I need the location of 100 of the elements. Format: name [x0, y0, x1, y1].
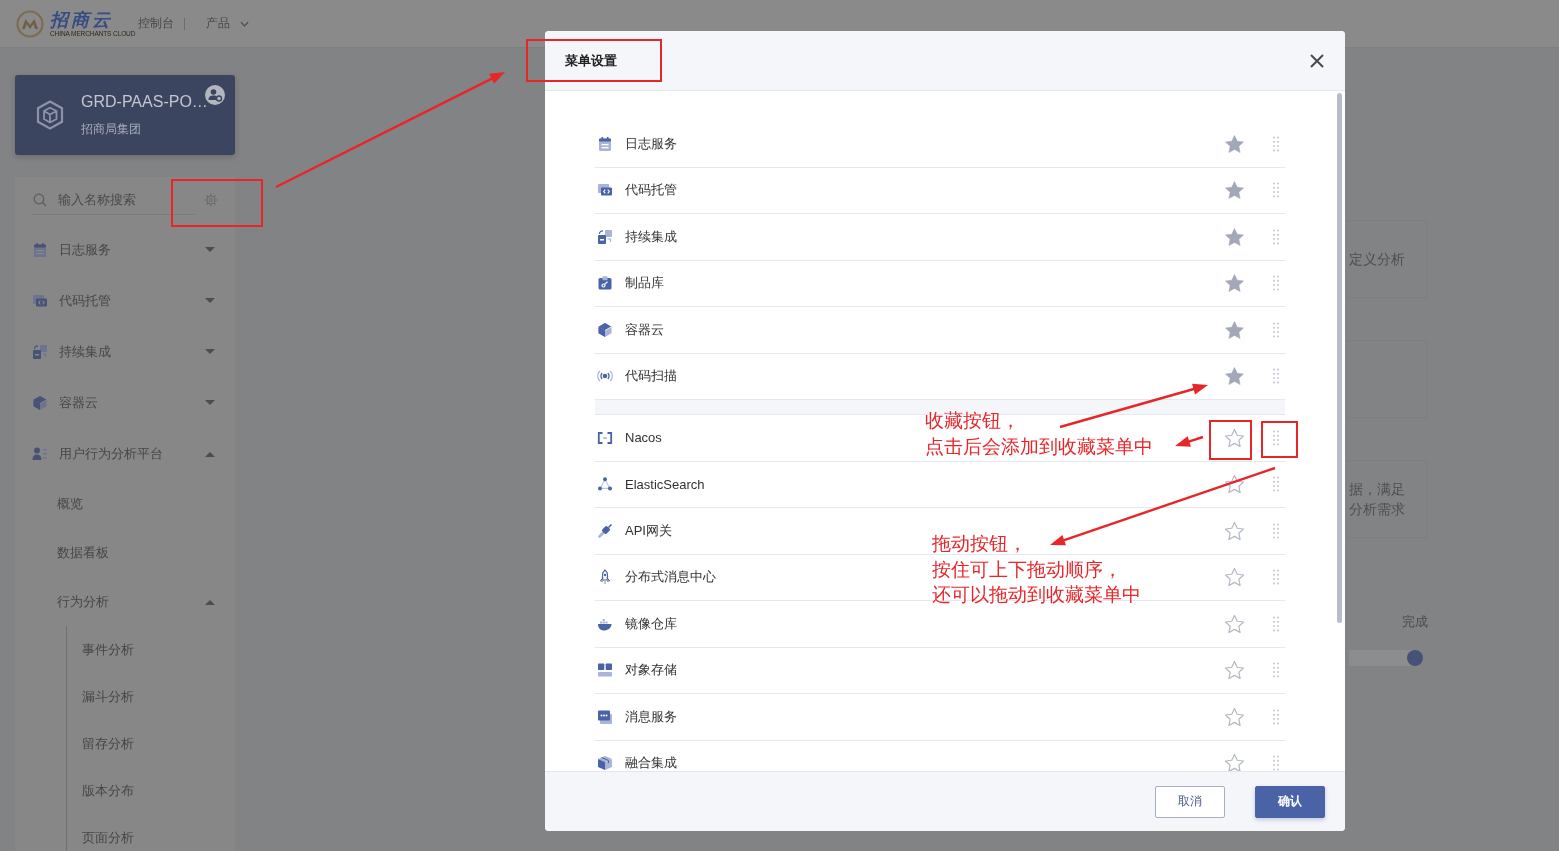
- star-icon[interactable]: [1225, 428, 1244, 447]
- menu-item[interactable]: 漏斗分析: [67, 673, 219, 720]
- menu-label: 代码扫描: [625, 367, 677, 386]
- highlight-box: [1209, 420, 1252, 460]
- cube-icon: [597, 321, 613, 338]
- menu-label: 容器云: [625, 320, 664, 339]
- tiles-icon: [597, 662, 613, 679]
- star-icon[interactable]: [1225, 568, 1244, 587]
- stacked-squares-icon: [32, 343, 48, 360]
- menu-label: API网关: [625, 521, 672, 540]
- code-window-icon: [32, 292, 48, 309]
- cube-icon: [35, 100, 65, 130]
- menu-label: Nacos: [625, 430, 662, 446]
- menu-item[interactable]: 代码托管: [31, 275, 219, 326]
- annotation-arrow: [1175, 435, 1204, 447]
- logo-text: 招商云: [50, 9, 113, 30]
- annotation-text: 还可以拖动到收藏菜单中: [932, 582, 1141, 607]
- drag-handle-icon[interactable]: [1273, 522, 1279, 539]
- code-window-icon: [597, 182, 613, 199]
- menu-item[interactable]: 事件分析: [67, 626, 219, 673]
- star-icon[interactable]: [1225, 661, 1244, 680]
- nav-menu[interactable]: 产品: [206, 15, 249, 32]
- menu-item[interactable]: 版本分布: [67, 767, 219, 814]
- drag-handle-icon[interactable]: [1273, 275, 1279, 292]
- star-icon[interactable]: [1225, 134, 1244, 153]
- cube-icon: [32, 394, 48, 411]
- box-icon: [597, 755, 613, 771]
- drag-handle-icon[interactable]: [1273, 476, 1279, 493]
- annotation-text: 拖动按钮，: [932, 531, 1027, 556]
- calendar-icon: [32, 241, 48, 258]
- menu-label: 代码托管: [625, 181, 677, 200]
- package-icon: [597, 275, 613, 292]
- chevron-down-icon: [240, 20, 249, 27]
- star-icon[interactable]: [1225, 181, 1244, 200]
- project-card[interactable]: GRD-PAAS-PO… 招商局集团: [15, 75, 235, 155]
- scrollbar-thumb[interactable]: [1337, 93, 1342, 623]
- star-icon[interactable]: [1225, 614, 1244, 633]
- menu-item[interactable]: 数据看板: [31, 528, 219, 577]
- menu-item[interactable]: 留存分析: [67, 720, 219, 767]
- drag-handle-icon[interactable]: [1273, 228, 1279, 245]
- logo-icon: [16, 9, 44, 38]
- menu-label: 对象存储: [625, 661, 677, 680]
- star-icon[interactable]: [1225, 521, 1244, 540]
- project-org: 招商局集团: [81, 120, 142, 137]
- menu-item[interactable]: 用户行为分析平台: [31, 428, 219, 479]
- menu-item[interactable]: 容器云: [31, 377, 219, 428]
- star-icon[interactable]: [1225, 754, 1244, 771]
- menu-item[interactable]: 概览: [31, 479, 219, 528]
- settings-icon[interactable]: [204, 193, 218, 207]
- cancel-button[interactable]: 取消: [1155, 785, 1225, 818]
- chat-icon: [597, 708, 613, 725]
- drag-handle-icon[interactable]: [1273, 321, 1279, 338]
- menu-item[interactable]: 持续集成: [31, 326, 219, 377]
- progress-slider[interactable]: [1349, 650, 1423, 666]
- menu-label: 日志服务: [625, 134, 677, 153]
- drag-handle-icon[interactable]: [1273, 662, 1279, 679]
- drag-handle-icon[interactable]: [1273, 135, 1279, 152]
- nav-link[interactable]: 控制台: [138, 15, 174, 32]
- drag-handle-icon[interactable]: [1273, 429, 1279, 446]
- annotation-text: 按住可上下拖动顺序，: [932, 556, 1122, 582]
- feature-card[interactable]: [1346, 340, 1428, 418]
- star-icon[interactable]: [1225, 274, 1244, 293]
- highlight-box: [1261, 421, 1298, 458]
- user-settings-icon[interactable]: [205, 85, 225, 105]
- close-icon[interactable]: [1310, 53, 1324, 68]
- calendar-icon: [597, 135, 613, 152]
- star-icon[interactable]: [1225, 227, 1244, 246]
- annotation-text: 点击后会添加到收藏菜单中: [925, 434, 1153, 459]
- slider-thumb[interactable]: [1407, 650, 1423, 666]
- menu-item[interactable]: 页面分析: [67, 814, 219, 851]
- menu-label: 分布式消息中心: [625, 568, 716, 587]
- drag-handle-icon[interactable]: [1273, 368, 1279, 385]
- menu-item[interactable]: 日志服务: [31, 224, 219, 275]
- menu-label: 融合集成: [625, 754, 677, 771]
- menu-label: 镜像仓库: [625, 614, 677, 633]
- nodes-icon: [597, 476, 613, 493]
- drag-handle-icon[interactable]: [1273, 569, 1279, 586]
- menu-label: ElasticSearch: [625, 476, 705, 492]
- brackets-icon: [597, 429, 613, 446]
- confirm-button[interactable]: 确认: [1255, 785, 1325, 818]
- star-icon[interactable]: [1225, 367, 1244, 386]
- plug-icon: [597, 522, 613, 539]
- star-icon[interactable]: [1225, 707, 1244, 726]
- menu-label: 消息服务: [625, 707, 677, 726]
- project-name: GRD-PAAS-PO…: [81, 91, 208, 112]
- drag-handle-icon[interactable]: [1273, 708, 1279, 725]
- star-icon[interactable]: [1225, 475, 1244, 494]
- modal-title: 菜单设置: [565, 51, 617, 70]
- menu-label: 制品库: [625, 274, 664, 293]
- stacked-squares-icon: [597, 228, 613, 245]
- menu-label: 持续集成: [625, 227, 677, 246]
- drag-handle-icon[interactable]: [1273, 755, 1279, 771]
- menu-item[interactable]: 行为分析: [31, 577, 219, 626]
- drag-handle-icon[interactable]: [1273, 615, 1279, 632]
- star-icon[interactable]: [1225, 320, 1244, 339]
- rocket-icon: [597, 569, 613, 586]
- user-list-icon: [32, 445, 48, 462]
- search-icon: [33, 192, 47, 207]
- annotation-text: 收藏按钮，: [925, 408, 1020, 433]
- drag-handle-icon[interactable]: [1273, 182, 1279, 199]
